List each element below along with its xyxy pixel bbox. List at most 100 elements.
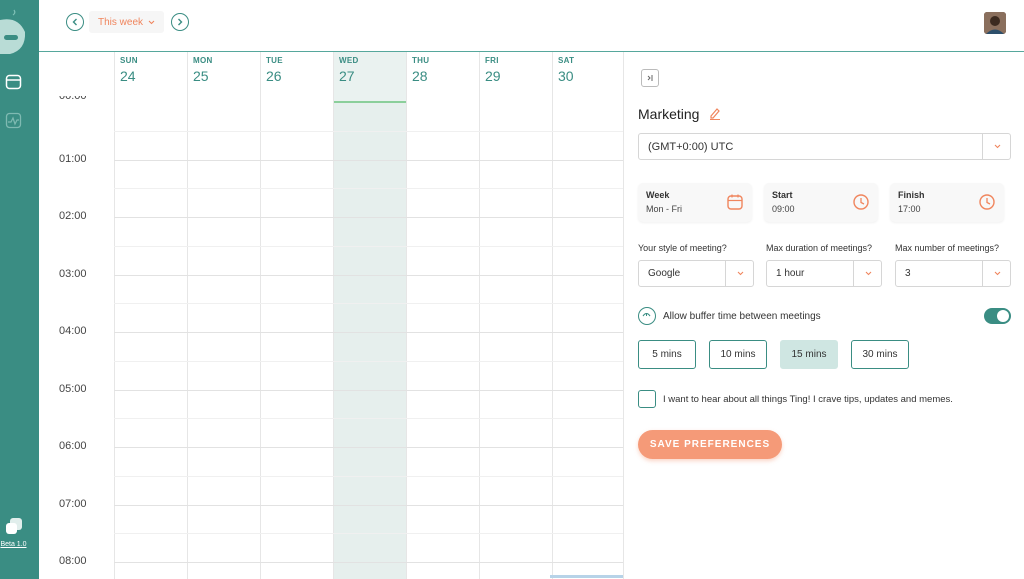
day-name: FRI bbox=[485, 56, 499, 65]
chevron-down-icon bbox=[983, 261, 1011, 286]
buffer-option-5[interactable]: 5 mins bbox=[638, 340, 696, 369]
start-card-label: Start bbox=[772, 190, 793, 200]
newsletter-label: I want to hear about all things Ting! I … bbox=[663, 394, 953, 405]
max-duration-label: Max duration of meetings? bbox=[766, 243, 873, 253]
finish-card-value: 17:00 bbox=[898, 204, 921, 214]
finish-card[interactable]: Finish 17:00 bbox=[890, 183, 1004, 222]
time-label: 07:00 bbox=[59, 497, 87, 510]
week-selector-label: This week bbox=[97, 16, 143, 28]
edit-icon[interactable] bbox=[709, 106, 721, 120]
day-date: 29 bbox=[485, 68, 501, 84]
buffer-option-10[interactable]: 10 mins bbox=[709, 340, 767, 369]
buffer-toggle[interactable] bbox=[984, 308, 1011, 324]
collapse-icon bbox=[647, 75, 653, 81]
clock-icon bbox=[853, 194, 869, 210]
chevron-down-icon bbox=[148, 20, 155, 24]
panel-title: Marketing bbox=[638, 106, 700, 122]
avatar[interactable] bbox=[984, 12, 1006, 34]
newsletter-checkbox[interactable] bbox=[638, 390, 656, 408]
day-header[interactable]: SUN 24 bbox=[115, 52, 187, 103]
day-date: 25 bbox=[193, 68, 209, 84]
mascot-icon bbox=[0, 9, 26, 54]
nav-activity[interactable] bbox=[5, 112, 22, 129]
time-label: 06:00 bbox=[59, 440, 87, 452]
day-header[interactable]: TUE 26 bbox=[261, 52, 333, 103]
day-name: THU bbox=[412, 56, 430, 65]
start-card[interactable]: Start 09:00 bbox=[764, 183, 878, 222]
event-bar[interactable] bbox=[550, 575, 623, 578]
time-label: 00:00 bbox=[59, 96, 87, 103]
clock-icon bbox=[979, 194, 995, 210]
meeting-style-select[interactable]: Google bbox=[638, 260, 754, 287]
time-label: 02:00 bbox=[59, 210, 87, 222]
preferences-panel: Marketing (GMT+0:00) UTC Week Mon - Fri … bbox=[623, 52, 1024, 579]
next-week-button[interactable] bbox=[171, 13, 189, 31]
week-card-value: Mon - Fri bbox=[646, 204, 682, 214]
half-hour-gridline bbox=[114, 303, 623, 305]
activity-icon bbox=[5, 112, 22, 129]
time-label: 03:00 bbox=[59, 267, 87, 280]
hour-gridline bbox=[114, 447, 623, 448]
start-card-value: 09:00 bbox=[772, 204, 795, 214]
day-date: 28 bbox=[412, 68, 428, 84]
hour-gridline bbox=[114, 332, 623, 333]
calendar-icon bbox=[5, 74, 22, 90]
time-label: 04:00 bbox=[59, 325, 87, 337]
half-hour-gridline bbox=[114, 418, 623, 420]
max-number-value: 3 bbox=[905, 268, 911, 279]
meeting-style-label: Your style of meeting? bbox=[638, 243, 727, 253]
chevron-left-icon bbox=[72, 18, 77, 26]
half-hour-gridline bbox=[114, 130, 623, 132]
day-header[interactable]: MON 25 bbox=[188, 52, 260, 103]
half-hour-gridline bbox=[114, 188, 623, 190]
meeting-style-value: Google bbox=[648, 268, 681, 279]
finish-card-label: Finish bbox=[898, 190, 925, 200]
day-header[interactable]: FRI 29 bbox=[480, 52, 552, 103]
day-header[interactable]: WED 27 bbox=[334, 52, 406, 103]
max-duration-select[interactable]: 1 hour bbox=[766, 260, 882, 287]
prev-week-button[interactable] bbox=[66, 13, 84, 31]
version-link[interactable]: Beta 1.0 bbox=[0, 541, 27, 548]
top-bar: This week bbox=[39, 0, 1024, 52]
app-root: Beta 1.0 This week SUN 24 MON 25 TUE 26 WED 27 T… bbox=[0, 0, 1024, 579]
time-label: 01:00 bbox=[59, 152, 87, 165]
buffer-option-30[interactable]: 30 mins bbox=[851, 340, 909, 369]
buffer-icon bbox=[638, 307, 656, 325]
day-header[interactable]: THU 28 bbox=[407, 52, 479, 103]
week-selector[interactable]: This week bbox=[89, 11, 164, 33]
save-preferences-button[interactable]: SAVE PREFERENCES bbox=[638, 430, 782, 459]
max-number-select[interactable]: 3 bbox=[895, 260, 1011, 287]
day-date: 30 bbox=[558, 68, 574, 84]
day-header[interactable]: SAT 30 bbox=[553, 52, 623, 103]
day-date: 24 bbox=[120, 68, 136, 84]
hour-gridline bbox=[114, 389, 623, 391]
buffer-option-15[interactable]: 15 mins bbox=[780, 340, 838, 369]
week-card-label: Week bbox=[646, 190, 670, 200]
time-label: 08:00 bbox=[59, 555, 87, 567]
hour-gridline bbox=[114, 274, 623, 276]
chevron-down-icon bbox=[726, 261, 754, 286]
half-hour-gridline bbox=[114, 475, 623, 477]
user-photo bbox=[984, 12, 1006, 34]
collapse-panel-button[interactable] bbox=[641, 69, 659, 87]
day-name: WED bbox=[339, 56, 359, 65]
timezone-value: (GMT+0:00) UTC bbox=[648, 141, 734, 153]
nav-calendar[interactable] bbox=[5, 73, 22, 90]
chevron-down-icon bbox=[983, 134, 1011, 159]
left-rail: Beta 1.0 bbox=[0, 0, 39, 579]
hour-gridline bbox=[114, 159, 623, 161]
week-card[interactable]: Week Mon - Fri bbox=[638, 183, 752, 222]
ting-logo-icon bbox=[6, 518, 22, 534]
calendar-icon bbox=[727, 194, 743, 210]
timezone-select[interactable]: (GMT+0:00) UTC bbox=[638, 133, 1011, 160]
hour-gridline bbox=[114, 217, 623, 218]
day-date: 27 bbox=[339, 68, 355, 84]
day-name: MON bbox=[193, 56, 213, 65]
max-duration-value: 1 hour bbox=[776, 268, 805, 279]
half-hour-gridline bbox=[114, 533, 623, 535]
time-label: 05:00 bbox=[59, 382, 87, 395]
max-number-label: Max number of meetings? bbox=[895, 243, 1000, 253]
half-hour-gridline bbox=[114, 360, 623, 362]
half-hour-gridline bbox=[114, 245, 623, 247]
day-name: SAT bbox=[558, 56, 575, 65]
